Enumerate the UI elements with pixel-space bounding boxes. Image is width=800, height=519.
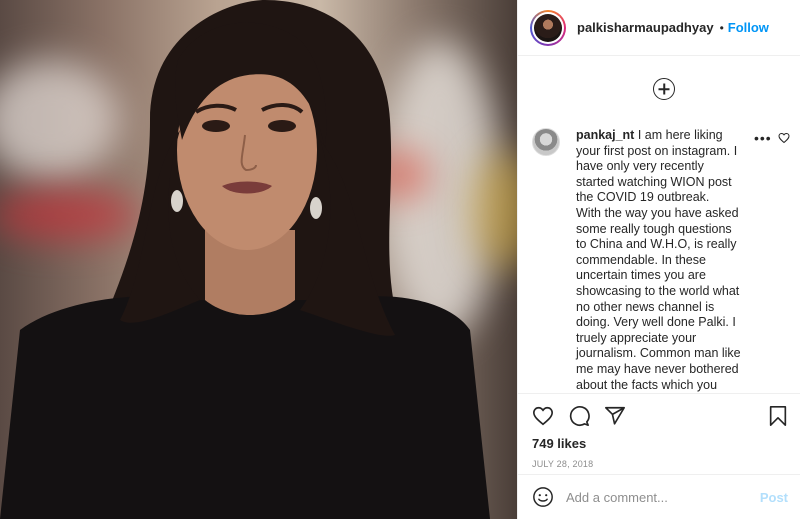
likes-count[interactable]: 749 likes bbox=[532, 436, 788, 451]
post-photo[interactable] bbox=[0, 0, 517, 519]
more-options-icon[interactable]: ••• bbox=[754, 130, 772, 146]
comment-input[interactable] bbox=[566, 489, 760, 505]
heart-icon[interactable] bbox=[532, 405, 554, 427]
paper-plane-icon[interactable] bbox=[604, 405, 626, 427]
plus-circle-icon[interactable] bbox=[653, 78, 675, 100]
comment-text: I am here liking your first post on inst… bbox=[576, 128, 741, 392]
instagram-post-view: palkisharmaupadhyay • Follow pankaj_nt I… bbox=[0, 0, 800, 519]
bookmark-icon[interactable] bbox=[768, 405, 788, 427]
comment-heart-icon[interactable] bbox=[778, 132, 790, 144]
follow-button[interactable]: Follow bbox=[728, 20, 769, 35]
post-comment-button[interactable]: Post bbox=[760, 490, 788, 505]
speech-bubble-icon[interactable] bbox=[568, 405, 590, 427]
commenter-username[interactable]: pankaj_nt bbox=[576, 128, 634, 142]
separator-dot: • bbox=[719, 20, 724, 35]
post-header: palkisharmaupadhyay • Follow bbox=[518, 0, 800, 56]
commenter-avatar[interactable] bbox=[532, 128, 560, 156]
comment-item: pankaj_nt I am here liking your first po… bbox=[532, 128, 794, 393]
author-avatar[interactable] bbox=[530, 9, 566, 46]
post-date: JULY 28, 2018 bbox=[532, 459, 594, 469]
person-portrait bbox=[0, 0, 490, 519]
post-actions-section: 749 likes JULY 28, 2018 bbox=[518, 393, 800, 474]
post-details-panel: palkisharmaupadhyay • Follow pankaj_nt I… bbox=[517, 0, 800, 519]
action-bar bbox=[532, 404, 788, 428]
smiley-icon[interactable] bbox=[532, 486, 554, 508]
comment-body: pankaj_nt I am here liking your first po… bbox=[576, 128, 744, 393]
comments-list[interactable]: pankaj_nt I am here liking your first po… bbox=[518, 56, 800, 393]
author-username[interactable]: palkisharmaupadhyay bbox=[577, 20, 714, 35]
add-comment-bar: Post bbox=[518, 474, 800, 519]
